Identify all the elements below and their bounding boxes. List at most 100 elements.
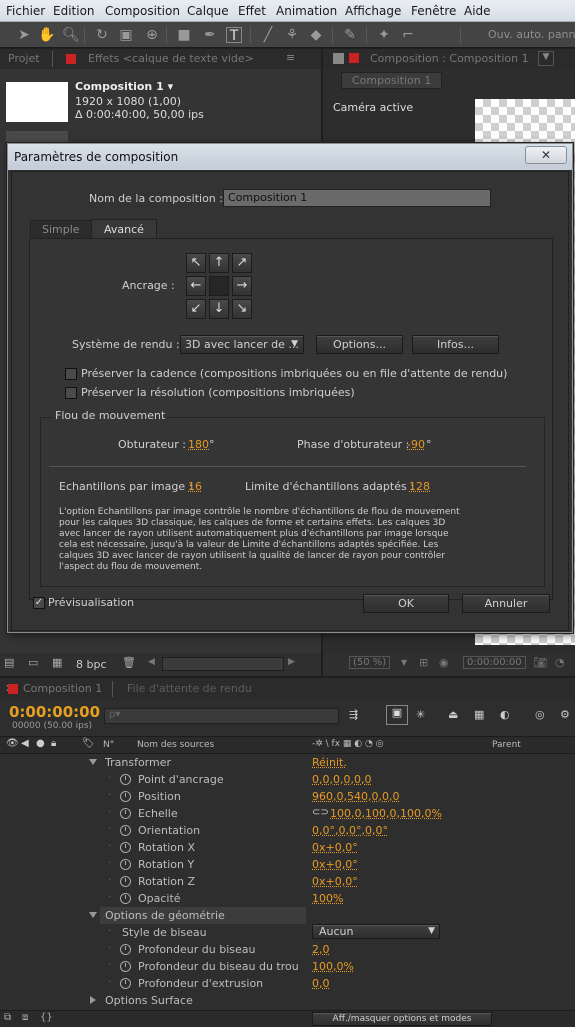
renderer-select[interactable]: 3D avec lancer de ... ▼ [180, 335, 304, 354]
toggle-switches-modes-button[interactable]: Aff./masquer options et modes [312, 1012, 492, 1026]
comp-name[interactable]: Composition 1 ▾ [75, 80, 173, 93]
preserve-resolution-checkbox[interactable] [65, 387, 77, 399]
menu-fichier[interactable]: Fichier [6, 4, 45, 18]
mask-icon[interactable]: ◉ [439, 656, 449, 669]
anchor-bottom-right-icon[interactable]: ↘ [232, 299, 252, 319]
hide-shy-icon[interactable]: ⏏ [448, 708, 458, 721]
bpc-label[interactable]: 8 bpc [76, 658, 107, 671]
stopwatch-icon[interactable] [120, 859, 131, 870]
puppet-tool-icon[interactable]: ✦ [376, 27, 392, 43]
stopwatch-icon[interactable] [120, 791, 131, 802]
horizontal-scrollbar[interactable] [162, 657, 284, 671]
property-row-rotation-x[interactable]: · Rotation X 0x+0,0° [0, 839, 575, 856]
tab-simple[interactable]: Simple [30, 220, 92, 239]
menu-animation[interactable]: Animation [276, 4, 337, 18]
anchor-bottom-left-icon[interactable]: ↙ [186, 299, 206, 319]
tab-timeline-comp[interactable]: Composition 1 [23, 682, 102, 695]
property-row-geometry-options[interactable]: Options de géométrie [0, 907, 575, 924]
in-out-icon[interactable]: {} [40, 1012, 53, 1023]
viewer-timecode[interactable]: 0:00:00:00 [463, 656, 526, 669]
clone-tool-icon[interactable]: ⚘ [284, 27, 300, 43]
interpret-footage-icon[interactable]: ▤ [4, 656, 14, 669]
stopwatch-icon[interactable] [120, 893, 131, 904]
layer-switches-icon[interactable]: ⧉ [4, 1012, 11, 1023]
solo-icon[interactable]: ● [36, 738, 45, 749]
menu-edition[interactable]: Edition [53, 4, 95, 18]
current-timecode[interactable]: 0:00:00:00 [9, 703, 100, 721]
cancel-button[interactable]: Annuler [462, 594, 550, 613]
pen-tool-icon[interactable]: ✒ [202, 27, 218, 43]
close-icon[interactable]: ✕ [525, 146, 567, 164]
tab-advanced[interactable]: Avancé [91, 219, 157, 239]
menu-fenetre[interactable]: Fenêtre [411, 4, 456, 18]
menu-aide[interactable]: Aide [464, 4, 491, 18]
roto-brush-tool-icon[interactable]: ✎ [342, 27, 358, 43]
snapshot-icon[interactable]: 📷︎ [533, 656, 547, 669]
rotate-tool-icon[interactable]: ↻ [94, 27, 110, 43]
reset-link[interactable]: Réinit. [312, 756, 347, 769]
rectangle-tool-icon[interactable]: ■ [176, 27, 192, 43]
infos-button[interactable]: Infos... [412, 335, 499, 354]
constrain-link-icon[interactable]: ⊂⊃ [312, 807, 329, 818]
eraser-tool-icon[interactable]: ◆ [308, 27, 324, 43]
sub-tab-composition[interactable]: Composition 1 [341, 72, 443, 89]
shutter-phase-value[interactable]: -90 [407, 438, 425, 451]
stopwatch-icon[interactable] [120, 944, 131, 955]
frame-blending-icon[interactable]: ▦ [474, 708, 484, 721]
brainstorm-icon[interactable]: ⚙ [560, 708, 570, 721]
magnify-zoom-field[interactable]: (50 %) [349, 656, 391, 669]
menu-calque[interactable]: Calque [187, 4, 229, 18]
property-row-extrusion-depth[interactable]: · Profondeur d'extrusion 0,0 [0, 975, 575, 992]
property-row-anchor-point[interactable]: · Point d'ancrage 0,0,0,0,0,0 [0, 771, 575, 788]
axis-icon[interactable]: ⌐ [400, 27, 416, 43]
property-row-transform[interactable]: Transformer Réinit. [0, 754, 575, 771]
transfer-controls-icon[interactable]: ⧈ [22, 1012, 28, 1023]
live-update-icon[interactable]: ▣ [386, 705, 408, 725]
layer-search-input[interactable]: ρ▾ [104, 708, 339, 724]
stopwatch-icon[interactable] [120, 978, 131, 989]
property-row-opacity[interactable]: · Opacité 100% [0, 890, 575, 907]
brush-tool-icon[interactable]: ╱ [260, 27, 276, 43]
shutter-angle-value[interactable]: 180 [188, 438, 209, 451]
property-row-surface-options[interactable]: Options Surface [0, 992, 575, 1009]
comp-mini-flowchart-icon[interactable]: ⇶ [349, 708, 358, 721]
property-row-bevel-style[interactable]: · Style de biseau Aucun ▼ [0, 924, 575, 941]
property-row-bevel-depth[interactable]: · Profondeur du biseau 2,0 [0, 941, 575, 958]
scroll-right-icon[interactable]: ▶ [288, 657, 295, 667]
comp-name-field[interactable]: Composition 1 [223, 189, 491, 207]
selection-tool-icon[interactable]: ➤ [16, 27, 32, 43]
text-tool-icon[interactable]: T [226, 27, 242, 44]
property-row-position[interactable]: · Position 960,0,540,0,0,0 [0, 788, 575, 805]
new-folder-icon[interactable]: ▭ [28, 656, 38, 669]
grid-icon[interactable]: ⊞ [419, 656, 428, 669]
anchor-top-icon[interactable]: ↑ [209, 253, 229, 273]
scroll-left-icon[interactable]: ◀ [148, 657, 155, 667]
preserve-framerate-checkbox[interactable] [65, 368, 77, 380]
preview-checkbox[interactable]: ✓ [33, 597, 45, 609]
tab-effects[interactable]: Effets <calque de texte vide> [88, 52, 254, 65]
graph-editor-icon[interactable]: ◎ [535, 708, 545, 721]
tab-composition[interactable]: Composition : Composition 1 [370, 52, 529, 65]
pan-behind-tool-icon[interactable]: ⊕ [144, 27, 160, 43]
label-icon[interactable]: 🏷︎ [82, 738, 95, 749]
stopwatch-icon[interactable] [120, 808, 131, 819]
anchor-top-right-icon[interactable]: ↗ [232, 253, 252, 273]
stopwatch-icon[interactable] [120, 842, 131, 853]
menu-effet[interactable]: Effet [238, 4, 266, 18]
comp-dropdown-icon[interactable]: ▼ [538, 51, 554, 66]
tab-project[interactable]: Projet [8, 52, 40, 65]
lock-icon[interactable]: 🔒︎ [51, 738, 56, 749]
anchor-top-left-icon[interactable]: ↖ [186, 253, 206, 273]
camera-tool-icon[interactable]: ▣ [118, 27, 134, 43]
anchor-right-icon[interactable]: → [232, 276, 252, 296]
stopwatch-icon[interactable] [120, 961, 131, 972]
audio-icon[interactable]: ◀ [21, 738, 29, 749]
stopwatch-icon[interactable] [120, 774, 131, 785]
samples-value[interactable]: 16 [188, 480, 202, 493]
tab-render-queue[interactable]: File d'attente de rendu [127, 682, 252, 695]
source-name-header[interactable]: Nom des sources [137, 740, 214, 750]
menu-composition[interactable]: Composition [105, 4, 180, 18]
anchor-bottom-icon[interactable]: ↓ [209, 299, 229, 319]
property-row-rotation-y[interactable]: · Rotation Y 0x+0,0° [0, 856, 575, 873]
property-row-scale[interactable]: · Echelle ⊂⊃ 100,0,100,0,100,0% [0, 805, 575, 822]
